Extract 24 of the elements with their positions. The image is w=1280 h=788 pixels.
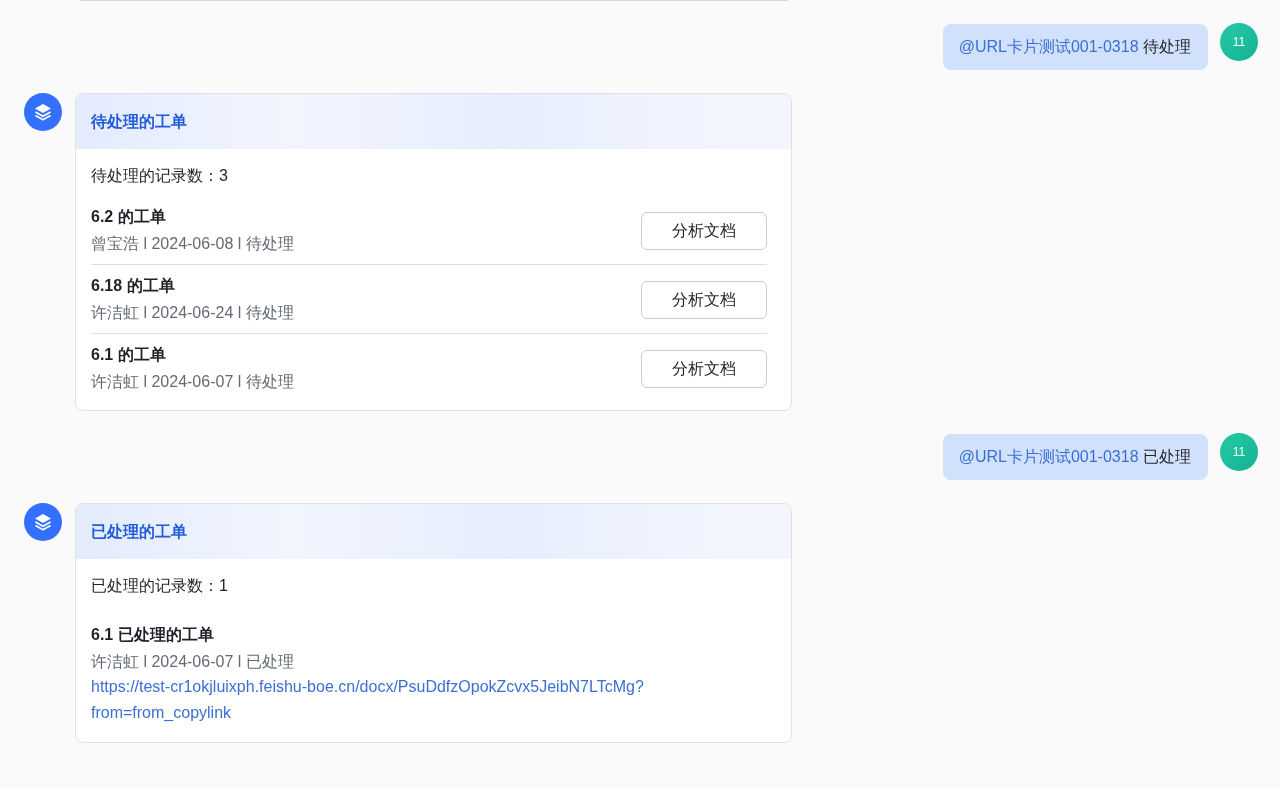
ticket-title: 6.18 的工单	[91, 276, 176, 296]
message-text: 待处理	[1143, 38, 1191, 55]
card-title: 已处理的工单	[91, 522, 188, 542]
card-title: 待处理的工单	[91, 112, 188, 132]
message-text: 已处理	[1143, 448, 1191, 465]
analyze-button[interactable]: 分析文档	[641, 349, 767, 388]
document-link[interactable]: https://test-cr1okjluixph.feishu-boe.cn/docx/PsuDdfzOpokZcvx5JeibN7LTcMg?from=from_copylink	[91, 674, 711, 726]
mention-link[interactable]: @URL卡片测试001-0318	[958, 38, 1139, 55]
ticket-title: 6.1 的工单	[91, 345, 167, 365]
layers-icon	[33, 512, 53, 532]
ticket-meta: 许洁虹 l 2024-06-07 l 已处理	[91, 652, 295, 672]
layers-icon	[33, 102, 53, 122]
record-count: 待处理的记录数：3	[91, 166, 229, 186]
ticket-meta: 曾宝浩 l 2024-06-08 l 待处理	[91, 234, 294, 254]
ticket-meta: 许洁虹 l 2024-06-07 l 待处理	[91, 372, 294, 392]
ticket-title: 6.2 的工单	[91, 207, 167, 227]
user-avatar: 11	[1220, 433, 1258, 471]
mention-link[interactable]: @URL卡片测试001-0318	[958, 448, 1139, 465]
analyze-button[interactable]: 分析文档	[641, 211, 767, 250]
ticket-title: 6.1 已处理的工单	[91, 625, 215, 645]
ticket-meta: 许洁虹 l 2024-06-24 l 待处理	[91, 303, 294, 323]
record-count: 已处理的记录数：1	[91, 576, 229, 596]
user-avatar: 11	[1220, 23, 1258, 61]
analyze-button[interactable]: 分析文档	[641, 280, 767, 319]
